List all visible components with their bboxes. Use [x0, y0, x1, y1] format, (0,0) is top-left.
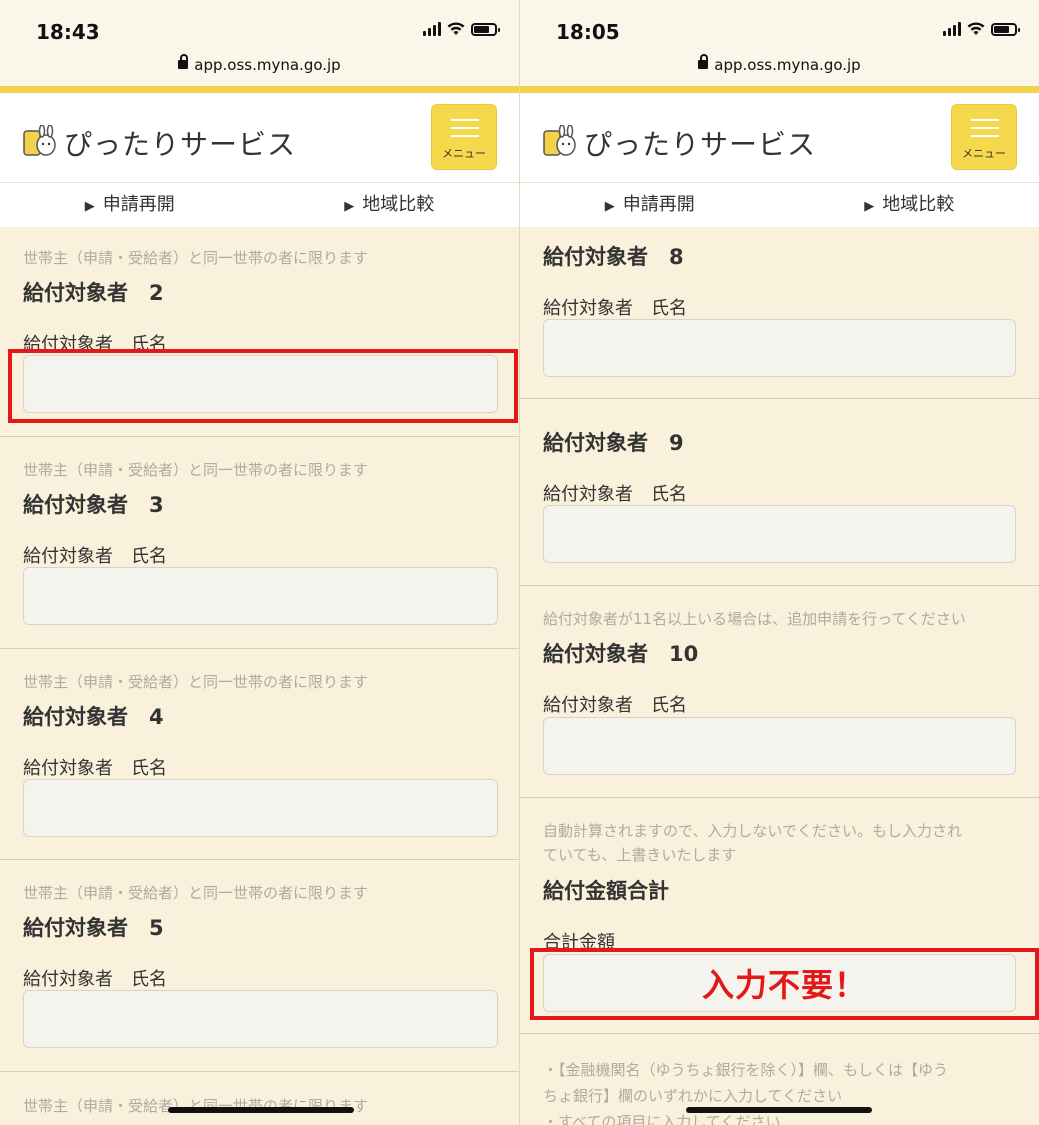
section-note: 世帯主（申請・受給者）と同一世帯の者に限ります — [23, 884, 369, 902]
nav-label: 申請再開 — [622, 194, 695, 215]
left-screenshot: 18:43 app.oss.myna.go.jp ぴったりサービス メニュー ▶… — [0, 0, 520, 1125]
wifi-icon — [967, 22, 985, 36]
home-indicator[interactable] — [168, 1107, 354, 1113]
battery-icon — [991, 22, 1020, 36]
form-section-recipient-4: 世帯主（申請・受給者）と同一世帯の者に限ります 給付対象者 4 給付対象者 氏名 — [0, 649, 519, 860]
app-logo[interactable]: ぴったりサービス — [542, 123, 816, 163]
menu-label: メニュー — [962, 147, 1006, 160]
accent-line — [0, 86, 519, 93]
nav-resume-application[interactable]: ▶ 申請再開 — [520, 183, 780, 227]
battery-icon — [471, 22, 500, 36]
lock-icon — [178, 54, 189, 69]
triangle-right-icon: ▶ — [864, 199, 875, 214]
section-note: 世帯主（申請・受給者）と同一世帯の者に限ります — [23, 461, 369, 479]
sub-navigation: ▶ 申請再開 ▶ 地域比較 — [520, 183, 1039, 227]
home-indicator[interactable] — [686, 1107, 872, 1113]
status-bar: 18:05 app.oss.myna.go.jp — [520, 0, 1039, 93]
triangle-right-icon: ▶ — [604, 199, 615, 214]
app-header: ぴったりサービス メニュー — [0, 93, 519, 183]
nav-label: 申請再開 — [102, 194, 175, 215]
lock-icon — [698, 54, 709, 69]
nav-region-compare[interactable]: ▶ 地域比較 — [780, 183, 1039, 227]
bank-note: ・【金融機関名（ゆうちょ銀行を除く）】欄、もしくは【ゆう — [543, 1061, 949, 1079]
app-title: ぴったりサービス — [64, 128, 297, 161]
section-title: 給付対象者 5 — [23, 916, 164, 940]
red-highlight-frame: 入力不要！ — [530, 948, 1039, 1020]
section-title: 給付対象者 4 — [23, 705, 164, 729]
red-highlight-frame — [8, 349, 518, 423]
triangle-right-icon: ▶ — [344, 199, 355, 214]
status-time: 18:43 — [36, 20, 100, 44]
signal-icon — [423, 22, 441, 36]
field-label: 給付対象者 氏名 — [543, 484, 687, 505]
recipient-name-input[interactable] — [543, 505, 1016, 563]
form-section-total-amount: 自動計算されますので、入力しないでください。もし入力され ていても、上書きいたし… — [520, 798, 1039, 1034]
form-section-recipient-8: 給付対象者 8 給付対象者 氏名 — [520, 227, 1039, 399]
recipient-name-input[interactable] — [543, 319, 1016, 377]
status-icons — [423, 22, 500, 36]
status-icons — [943, 22, 1020, 36]
wifi-icon — [447, 22, 465, 36]
section-title: 給付対象者 10 — [543, 642, 699, 666]
field-label: 給付対象者 氏名 — [543, 298, 687, 319]
menu-button[interactable]: メニュー — [951, 104, 1017, 170]
form-section-recipient-9: 給付対象者 9 給付対象者 氏名 — [520, 399, 1039, 586]
field-label: 給付対象者 氏名 — [23, 546, 167, 567]
form-section-recipient-5: 世帯主（申請・受給者）と同一世帯の者に限ります 給付対象者 5 給付対象者 氏名 — [0, 860, 519, 1072]
recipient-name-input[interactable] — [23, 779, 498, 837]
nav-region-compare[interactable]: ▶ 地域比較 — [260, 183, 520, 227]
section-title: 給付対象者 2 — [23, 281, 164, 305]
url-text: app.oss.myna.go.jp — [194, 56, 341, 74]
mascot-logo-icon — [22, 124, 58, 161]
menu-button[interactable]: メニュー — [431, 104, 497, 170]
section-title: 給付対象者 3 — [23, 493, 164, 517]
field-label: 給付対象者 氏名 — [543, 695, 687, 716]
bank-note: ・すべての項目に入力してください — [543, 1113, 781, 1125]
app-logo[interactable]: ぴったりサービス — [22, 123, 296, 163]
section-note: 自動計算されますので、入力しないでください。もし入力され — [543, 822, 962, 840]
field-label: 給付対象者 氏名 — [23, 758, 167, 779]
hamburger-icon — [971, 119, 999, 143]
nav-label: 地域比較 — [882, 194, 955, 215]
section-note: 世帯主（申請・受給者）と同一世帯の者に限ります — [23, 673, 369, 691]
triangle-right-icon: ▶ — [84, 199, 95, 214]
address-bar[interactable]: app.oss.myna.go.jp — [520, 54, 1039, 74]
app-header: ぴったりサービス メニュー — [520, 93, 1039, 183]
section-title: 給付対象者 8 — [543, 245, 684, 269]
sub-navigation: ▶ 申請再開 ▶ 地域比較 — [0, 183, 519, 227]
nav-resume-application[interactable]: ▶ 申請再開 — [0, 183, 260, 227]
signal-icon — [943, 22, 961, 36]
section-note: ていても、上書きいたします — [543, 846, 737, 864]
address-bar[interactable]: app.oss.myna.go.jp — [0, 54, 519, 74]
no-input-annotation: 入力不要！ — [701, 966, 867, 1004]
form-section-recipient-10: 給付対象者が11名以上いる場合は、追加申請を行ってください 給付対象者 10 給… — [520, 586, 1039, 798]
form-section-recipient-3: 世帯主（申請・受給者）と同一世帯の者に限ります 給付対象者 3 給付対象者 氏名 — [0, 437, 519, 649]
app-title: ぴったりサービス — [584, 128, 817, 161]
bank-note: ちょ銀行】欄のいずれかに入力してください — [543, 1087, 843, 1105]
right-screenshot: 18:05 app.oss.myna.go.jp ぴったりサービス メニュー ▶… — [520, 0, 1039, 1125]
menu-label: メニュー — [442, 147, 486, 160]
section-note: 世帯主（申請・受給者）と同一世帯の者に限ります — [23, 1097, 369, 1115]
form-content: 世帯主（申請・受給者）と同一世帯の者に限ります 給付対象者 2 給付対象者 氏名… — [0, 227, 519, 1125]
status-time: 18:05 — [556, 20, 620, 44]
section-title: 給付金額合計 — [543, 879, 669, 903]
form-section-recipient-2: 世帯主（申請・受給者）と同一世帯の者に限ります 給付対象者 2 給付対象者 氏名 — [0, 227, 519, 437]
field-label: 給付対象者 氏名 — [23, 969, 167, 990]
recipient-name-input[interactable] — [23, 567, 498, 625]
nav-label: 地域比較 — [362, 194, 435, 215]
recipient-name-input[interactable] — [543, 717, 1016, 775]
form-content: 給付対象者 8 給付対象者 氏名 給付対象者 9 給付対象者 氏名 給付対象者が… — [520, 227, 1039, 1125]
accent-line — [520, 86, 1039, 93]
recipient-name-input[interactable] — [23, 990, 498, 1048]
section-note: 給付対象者が11名以上いる場合は、追加申請を行ってください — [543, 610, 966, 628]
mascot-logo-icon — [542, 124, 578, 161]
section-note: 世帯主（申請・受給者）と同一世帯の者に限ります — [23, 249, 369, 267]
section-title: 給付対象者 9 — [543, 431, 684, 455]
hamburger-icon — [451, 119, 479, 143]
status-bar: 18:43 app.oss.myna.go.jp — [0, 0, 519, 93]
url-text: app.oss.myna.go.jp — [714, 56, 861, 74]
